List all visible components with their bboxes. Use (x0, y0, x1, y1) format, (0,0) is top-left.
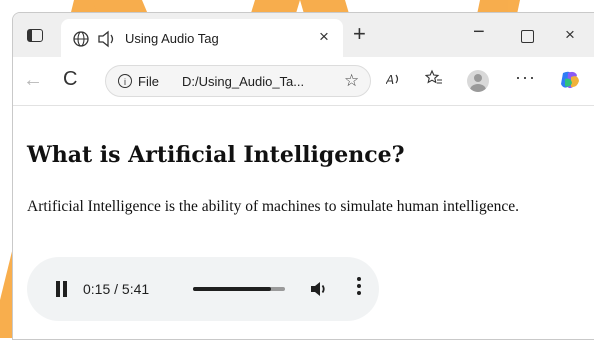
page-paragraph: Artificial Intelligence is the ability o… (27, 198, 519, 215)
active-tab[interactable]: Using Audio Tag × (61, 19, 343, 57)
page-content: What is Artificial Intelligence? Artific… (13, 106, 594, 339)
url-text[interactable]: D:/Using_Audio_Ta... (182, 74, 304, 89)
back-icon[interactable]: ← (23, 69, 43, 92)
url-scheme-label: File (138, 74, 159, 89)
seek-slider[interactable] (193, 287, 285, 291)
seek-slider-progress (193, 287, 272, 291)
time-display: 0:15 / 5:41 (83, 281, 150, 297)
new-tab-icon[interactable]: + (353, 23, 366, 45)
volume-icon[interactable] (309, 279, 329, 299)
favorite-star-icon[interactable]: ☆ (344, 71, 359, 91)
more-options-icon[interactable] (357, 277, 361, 298)
close-window-icon[interactable]: × (565, 25, 575, 45)
tab-title: Using Audio Tag (125, 31, 219, 46)
copilot-icon[interactable] (559, 69, 581, 91)
read-aloud-icon[interactable]: A (386, 71, 402, 87)
favorites-icon[interactable] (425, 69, 443, 87)
sidebar-icon[interactable] (27, 29, 43, 42)
page-heading: What is Artificial Intelligence? (27, 142, 405, 168)
tab-bar: Using Audio Tag × + − × (13, 13, 594, 57)
globe-icon (73, 31, 89, 47)
audio-player[interactable]: 0:15 / 5:41 (27, 257, 379, 321)
minimize-icon[interactable]: − (473, 21, 485, 44)
speaker-icon[interactable] (97, 30, 117, 48)
pause-icon[interactable] (55, 281, 69, 297)
profile-icon[interactable] (467, 70, 489, 92)
address-bar: ← C i File D:/Using_Audio_Ta... ☆ A ··· (13, 57, 594, 106)
url-field[interactable]: i File D:/Using_Audio_Ta... ☆ (105, 65, 371, 97)
browser-window: Using Audio Tag × + − × ← C i File D:/Us… (12, 12, 594, 340)
maximize-icon[interactable] (521, 30, 534, 43)
svg-text:A: A (386, 73, 394, 87)
reload-icon[interactable]: C (63, 68, 77, 91)
browser-menu-icon[interactable]: ··· (515, 67, 536, 88)
info-icon[interactable]: i (118, 74, 132, 88)
tab-close-icon[interactable]: × (319, 27, 329, 47)
